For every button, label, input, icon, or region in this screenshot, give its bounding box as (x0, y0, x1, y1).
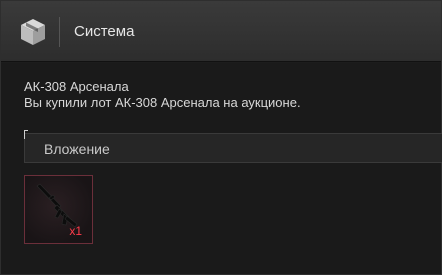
purchase-message: Вы купили лот АК-308 Арсенала на аукцион… (24, 95, 301, 110)
window-header: Система (1, 1, 441, 62)
box-icon (17, 16, 49, 48)
window-title: Система (74, 23, 135, 40)
attachment-label: Вложение (44, 141, 110, 157)
header-divider (59, 17, 60, 47)
item-quantity: x1 (69, 224, 82, 238)
rifle-icon (31, 182, 86, 228)
corner-marker (24, 130, 28, 139)
lot-name: АК-308 Арсенала (24, 79, 129, 94)
attachment-header: Вложение (24, 130, 442, 163)
attachment-item-slot[interactable]: x1 (24, 175, 93, 244)
message-content: АК-308 Арсенала Вы купили лот АК-308 Арс… (1, 63, 442, 274)
system-message-window: Система АК-308 Арсенала Вы купили лот АК… (0, 0, 442, 275)
